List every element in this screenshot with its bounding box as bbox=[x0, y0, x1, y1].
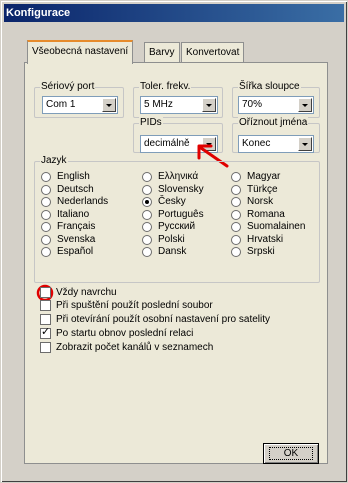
trim-names-select[interactable]: Konec bbox=[238, 135, 314, 153]
radio-button-icon[interactable] bbox=[41, 222, 51, 232]
pids-label: PIDs bbox=[139, 117, 163, 129]
option-checkbox-label: Při otevírání použít osobní nastavení pr… bbox=[56, 314, 271, 325]
language-radio-label: Ελληνικά bbox=[158, 171, 199, 182]
radio-button-icon[interactable] bbox=[142, 234, 152, 245]
chevron-down-icon[interactable] bbox=[298, 98, 312, 112]
pids-value: decimálně bbox=[144, 138, 190, 149]
checkbox-icon[interactable] bbox=[40, 326, 51, 339]
language-radio-label: Svenska bbox=[57, 233, 96, 245]
language-radio-label: Suomalainen bbox=[247, 221, 306, 232]
language-radio-label: English bbox=[57, 171, 90, 182]
language-radio-label: Deutsch bbox=[57, 183, 94, 195]
option-checkbox-label: Při spuštění použít poslední soubor bbox=[56, 300, 213, 311]
tab-colors[interactable]: Barvy bbox=[144, 42, 180, 64]
tab-general[interactable]: Všeobecná nastavení bbox=[27, 40, 134, 64]
ok-button[interactable]: OK bbox=[263, 443, 319, 464]
radio-button-icon[interactable] bbox=[231, 247, 241, 257]
tolerance-value: 5 MHz bbox=[144, 99, 173, 110]
language-radio-label: Srpski bbox=[247, 246, 275, 257]
radio-button-icon[interactable] bbox=[142, 172, 152, 182]
trim-names-value: Konec bbox=[242, 138, 271, 149]
language-radio-label: Hrvatski bbox=[247, 233, 284, 245]
option-checkbox-label: Zobrazit počet kanálů v seznamech bbox=[56, 342, 214, 353]
serial-port-label: Sériový port bbox=[40, 81, 96, 93]
language-radio-label: Русский bbox=[158, 221, 196, 232]
radio-button-icon[interactable] bbox=[41, 172, 51, 182]
radio-button-icon[interactable] bbox=[142, 184, 152, 195]
radio-button-icon[interactable] bbox=[41, 197, 51, 207]
radio-button-icon[interactable] bbox=[231, 184, 241, 195]
radio-button-icon[interactable] bbox=[231, 172, 241, 182]
checkbox-icon[interactable] bbox=[40, 342, 51, 353]
language-radio-label: Polski bbox=[158, 233, 185, 245]
language-radio-label: Nederlands bbox=[57, 196, 109, 207]
radio-button-icon[interactable] bbox=[231, 197, 241, 207]
tolerance-label: Toler. frekv. bbox=[139, 81, 192, 93]
radio-button-icon[interactable] bbox=[231, 209, 241, 220]
language-radio-label: Español bbox=[57, 246, 94, 257]
checkbox-icon[interactable] bbox=[40, 287, 51, 298]
language-radio-label: Português bbox=[158, 208, 204, 220]
serial-port-select[interactable]: Com 1 bbox=[42, 96, 118, 114]
language-radio-label: Magyar bbox=[247, 171, 281, 182]
radio-button-icon[interactable] bbox=[41, 184, 51, 195]
language-radio-label: Romana bbox=[247, 208, 285, 220]
chevron-down-icon[interactable] bbox=[202, 98, 216, 112]
chevron-down-icon[interactable] bbox=[102, 98, 116, 112]
radio-button-icon[interactable] bbox=[142, 209, 152, 220]
radio-button-icon[interactable] bbox=[41, 234, 51, 245]
column-width-label: Šířka sloupce bbox=[238, 81, 301, 93]
language-radio-label: Norsk bbox=[247, 196, 274, 207]
language-radio-label: Italiano bbox=[57, 208, 90, 220]
language-label: Jazyk bbox=[40, 155, 68, 167]
ok-button-label: OK bbox=[268, 447, 314, 460]
checkbox-icon[interactable] bbox=[40, 300, 51, 311]
radio-button-icon[interactable] bbox=[142, 197, 152, 207]
radio-button-icon[interactable] bbox=[41, 247, 51, 257]
language-radio-label: Česky bbox=[158, 196, 186, 207]
config-dialog: Konfigurace Všeobecná nastavení Barvy Ko… bbox=[0, 0, 348, 483]
column-width-select[interactable]: 70% bbox=[238, 96, 314, 114]
window-title: Konfigurace bbox=[4, 4, 344, 22]
language-radio-label: Türkçe bbox=[247, 183, 278, 195]
radio-button-icon[interactable] bbox=[231, 222, 241, 232]
radio-button-icon[interactable] bbox=[142, 222, 152, 232]
language-radio-label: Slovensky bbox=[158, 183, 204, 195]
language-radio-label: Français bbox=[57, 221, 96, 232]
serial-port-value: Com 1 bbox=[46, 99, 76, 110]
radio-button-icon[interactable] bbox=[41, 209, 51, 220]
column-width-value: 70% bbox=[242, 99, 263, 110]
option-checkbox-label: Vždy navrchu bbox=[56, 287, 117, 298]
language-radio-label: Dansk bbox=[158, 246, 187, 257]
radio-button-icon[interactable] bbox=[142, 247, 152, 257]
trim-names-label: Oříznout jména bbox=[238, 117, 309, 129]
chevron-down-icon[interactable] bbox=[298, 137, 312, 151]
option-checkbox-label: Po startu obnov poslední relaci bbox=[56, 328, 194, 339]
radio-button-icon[interactable] bbox=[231, 234, 241, 245]
checkbox-icon[interactable] bbox=[40, 314, 51, 325]
tolerance-select[interactable]: 5 MHz bbox=[140, 96, 218, 114]
tab-convert[interactable]: Konvertovat bbox=[181, 42, 245, 64]
